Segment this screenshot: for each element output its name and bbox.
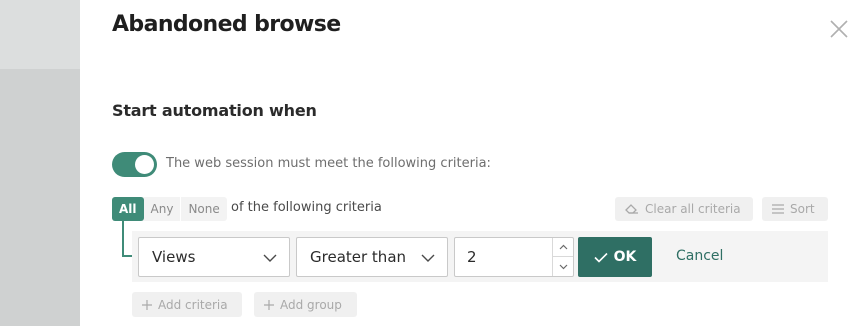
ok-button[interactable]: OK — [578, 237, 652, 277]
modal-title: Abandoned browse — [112, 12, 341, 37]
match-suffix-text: of the following criteria — [231, 200, 382, 215]
criterion-value-input[interactable]: 2 — [454, 237, 574, 277]
check-icon — [594, 252, 608, 263]
sort-label: Sort — [790, 202, 815, 216]
section-heading: Start automation when — [112, 101, 317, 120]
sort-icon — [772, 204, 784, 214]
match-none-button[interactable]: None — [180, 197, 226, 221]
add-criteria-button[interactable]: Add criteria — [132, 292, 242, 317]
plus-icon — [264, 299, 274, 310]
clear-all-criteria-label: Clear all criteria — [645, 202, 741, 216]
cancel-button[interactable]: Cancel — [676, 248, 723, 264]
criteria-connector-branch — [122, 255, 132, 257]
stepper-up-button[interactable] — [553, 238, 573, 257]
background-overlay — [0, 0, 80, 326]
sort-button[interactable]: Sort — [762, 197, 828, 221]
add-group-button[interactable]: Add group — [254, 292, 357, 317]
criterion-field-select[interactable]: Views — [138, 237, 290, 277]
chevron-down-icon — [421, 254, 435, 262]
add-criteria-label: Add criteria — [158, 297, 228, 312]
chevron-down-icon — [263, 254, 277, 262]
match-mode-selector: All Any None — [112, 197, 227, 221]
add-group-label: Add group — [280, 297, 342, 312]
criterion-operator-select[interactable]: Greater than — [296, 237, 448, 277]
match-all-button[interactable]: All — [112, 197, 144, 221]
chevron-down-icon — [559, 264, 567, 269]
close-icon[interactable] — [829, 19, 849, 39]
toggle-knob — [135, 155, 154, 174]
match-any-button[interactable]: Any — [144, 197, 181, 221]
plus-icon — [142, 299, 152, 310]
criterion-value-text: 2 — [467, 248, 477, 266]
overlay-top-block — [0, 0, 80, 69]
criteria-toggle[interactable] — [112, 152, 157, 177]
criterion-operator-value: Greater than — [310, 248, 407, 266]
eraser-icon — [625, 204, 638, 214]
clear-all-criteria-button[interactable]: Clear all criteria — [615, 197, 753, 221]
stepper-down-button[interactable] — [553, 257, 573, 276]
toggle-label: The web session must meet the following … — [166, 156, 491, 171]
criterion-field-value: Views — [152, 248, 196, 266]
criteria-connector-line — [122, 221, 124, 257]
ok-label: OK — [613, 249, 637, 265]
quantity-stepper — [552, 238, 573, 276]
chevron-up-icon — [559, 244, 567, 250]
